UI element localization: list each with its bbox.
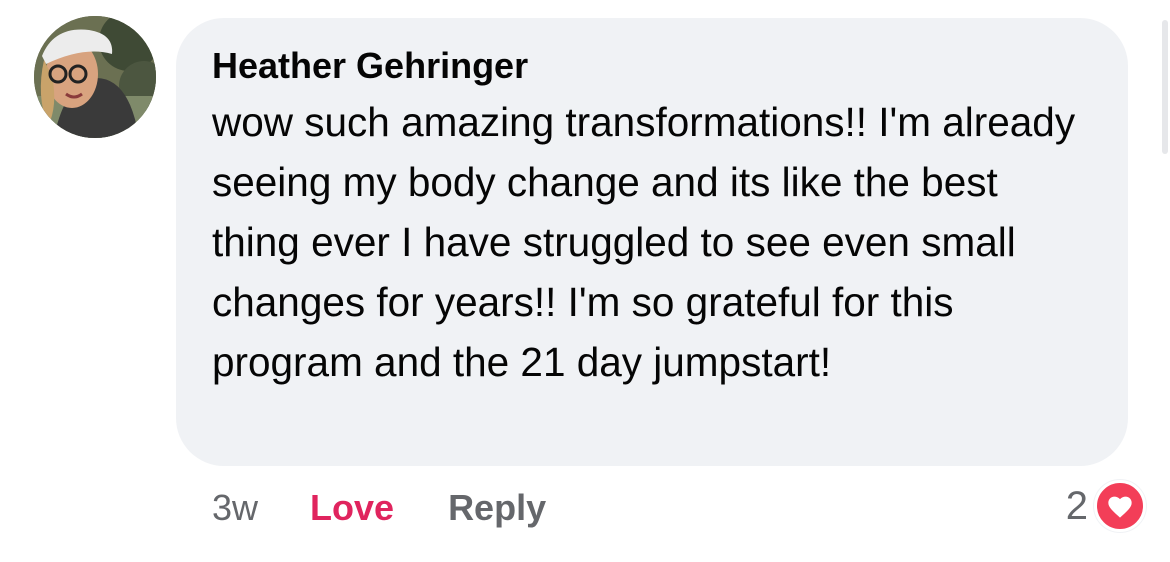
reply-button[interactable]: Reply xyxy=(448,487,546,529)
profile-photo xyxy=(34,16,156,138)
comment-text: wow such amazing transformations!! I'm a… xyxy=(212,99,1076,385)
comment-bubble: Heather Gehringer wow such amazing trans… xyxy=(176,18,1128,466)
reactions-summary[interactable]: 2 xyxy=(1066,480,1146,532)
comment-author[interactable]: Heather Gehringer xyxy=(212,44,1092,88)
avatar[interactable] xyxy=(34,16,156,138)
comment-timestamp[interactable]: 3w xyxy=(212,487,258,529)
comment-actions: 3w Love Reply xyxy=(212,486,546,530)
scrollbar[interactable] xyxy=(1162,20,1168,154)
heart-icon xyxy=(1094,480,1146,532)
reaction-count: 2 xyxy=(1065,483,1088,528)
love-button[interactable]: Love xyxy=(310,487,394,529)
